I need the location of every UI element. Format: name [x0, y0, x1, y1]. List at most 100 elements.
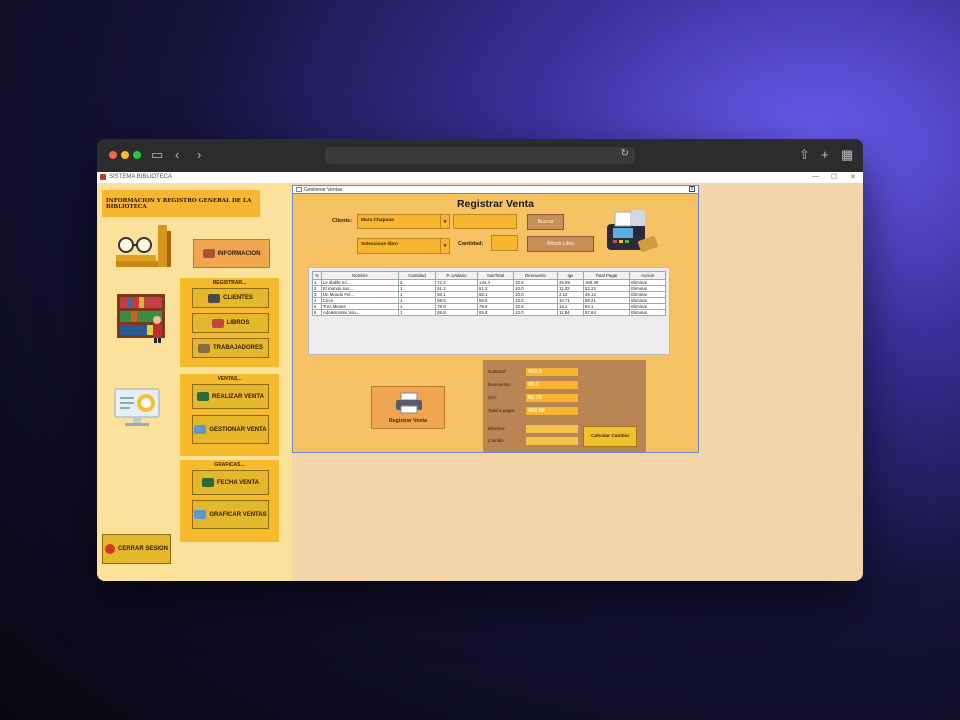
forward-icon[interactable]: › — [197, 147, 201, 163]
efectivo-field[interactable] — [526, 425, 578, 433]
column-header[interactable]: Nombre — [320, 271, 400, 280]
table-row[interactable]: 6 Adolescente Vou... 1 55.8 55.8 10.0 11… — [312, 309, 666, 316]
cambio-label: Cambio: — [488, 438, 506, 443]
sales-icon — [194, 425, 207, 434]
graficas-panel-title: GRAFICAS... — [214, 462, 245, 468]
books-icon — [211, 318, 224, 328]
total-value: 482.68 — [526, 407, 578, 415]
info-book-icon — [202, 249, 215, 258]
app-icon — [100, 174, 106, 180]
dialog-window-icon — [296, 187, 302, 192]
app-window: SISTEMA BIBLIOTECA — ☐ ✕ INFORMACION Y R… — [97, 172, 863, 581]
app-titlebar: SISTEMA BIBLIOTECA — ☐ ✕ — [97, 172, 863, 183]
sidebar-toggle-icon[interactable]: ▭ — [151, 147, 163, 163]
trabajadores-button[interactable]: TRABAJADORES — [192, 338, 269, 358]
reload-icon[interactable]: ↻ — [621, 148, 629, 159]
subtotal-label: Subtotal: — [488, 369, 507, 374]
informacion-label: INFORMACION — [217, 250, 261, 257]
efectivo-label: Efectivo: — [488, 426, 506, 431]
calendar-icon — [202, 478, 214, 487]
cliente-search-field[interactable] — [453, 214, 517, 229]
fecha-venta-label: FECHA VENTA — [217, 479, 259, 486]
graficar-ventas-label: GRAFICAR VENTAS — [209, 511, 267, 518]
column-header[interactable]: N — [312, 271, 322, 280]
table-cell: 11.84 — [556, 309, 584, 316]
printer-icon — [396, 392, 422, 414]
fecha-venta-button[interactable]: FECHA VENTA — [192, 470, 269, 495]
gestionar-venta-button[interactable]: GESTIONAR VENTA — [192, 415, 269, 444]
cantidad-label: Cantidad: — [458, 241, 484, 247]
table-cell: 1 — [398, 309, 437, 316]
descuento-label: Descuento: — [488, 382, 512, 387]
clientes-label: CLIENTES — [223, 295, 253, 301]
cantidad-field[interactable] — [491, 235, 518, 251]
column-header[interactable]: Accion — [629, 271, 666, 280]
money-icon — [197, 392, 210, 401]
trabajadores-label: TRABAJADORES — [212, 345, 263, 351]
app-maximize-icon[interactable]: ☐ — [831, 173, 837, 181]
registrar-panel: REGISTRAR... CLIENTES LIBROS TRABAJADORE… — [180, 278, 279, 367]
column-header[interactable]: Igv — [556, 271, 584, 280]
tab-overview-icon[interactable]: ▦ — [841, 147, 853, 163]
realizar-venta-label: REALIZAR VENTA — [212, 393, 264, 400]
table-header-row: N Nombre Cantidad P. Unitario SubTotal D… — [312, 271, 666, 280]
anadir-libro-button[interactable]: Añadir Libro — [527, 236, 594, 252]
cliente-label: Cliente: — [332, 218, 353, 224]
realizar-venta-button[interactable]: REALIZAR VENTA — [192, 384, 269, 409]
libros-button[interactable]: LIBROS — [192, 313, 269, 333]
cerrar-sesion-button[interactable]: CERRAR SESION — [102, 534, 171, 564]
calcular-cambio-button[interactable]: Calcular Cambio — [583, 426, 637, 447]
cliente-value: Mara Chapana — [361, 218, 394, 223]
eliminar-action[interactable]: Eliminar — [629, 309, 666, 316]
share-icon[interactable]: ⇧ — [799, 147, 810, 163]
cambio-field — [526, 437, 578, 445]
users-icon — [208, 293, 221, 303]
graficar-ventas-button[interactable]: GRAFICAR VENTAS — [192, 500, 269, 529]
subtotal-value: 459.9 — [526, 368, 578, 376]
table-cell: 6 — [312, 309, 322, 316]
total-label: Total a pagar: — [488, 408, 516, 413]
close-window-button[interactable] — [109, 151, 117, 159]
sales-table: N Nombre Cantidad P. Unitario SubTotal D… — [312, 271, 666, 316]
column-header[interactable]: Total Pagar — [582, 271, 631, 280]
address-bar[interactable]: ↻ — [325, 147, 635, 164]
worker-icon — [197, 343, 210, 353]
descuento-value: 60.0 — [526, 381, 578, 389]
libros-label: LIBROS — [226, 320, 250, 326]
table-cell: 57.64 — [582, 309, 631, 316]
column-header[interactable]: Descuento — [513, 271, 558, 280]
back-icon[interactable]: ‹ — [175, 147, 179, 163]
buscar-button[interactable]: Buscar — [527, 214, 564, 230]
browser-window: ▭ ‹ › ↻ ⇧ + ▦ SISTEMA BIBLIOTECA — ☐ ✕ I… — [97, 139, 863, 581]
column-header[interactable]: Cantidad — [398, 271, 437, 280]
chevron-down-icon: ▾ — [440, 239, 449, 253]
sidebar: INFORMACION Y REGISTRO GENERAL DE LA BIB… — [97, 183, 292, 581]
app-minimize-icon[interactable]: — — [812, 173, 819, 180]
column-header[interactable]: P. Unitario — [435, 271, 478, 280]
minimize-window-button[interactable] — [121, 151, 129, 159]
gestionar-ventas-dialog: Gestionar Ventas x Registrar Venta Clien… — [292, 185, 699, 453]
chart-icon — [194, 510, 207, 519]
browser-titlebar: ▭ ‹ › ↻ ⇧ + ▦ — [97, 139, 863, 172]
igv-label: IGV: — [488, 395, 498, 400]
igv-value: 82.78 — [526, 394, 578, 402]
libro-combo[interactable]: Seleccione libro ▾ — [357, 238, 450, 254]
cerrar-sesion-label: CERRAR SESION — [117, 546, 168, 552]
informacion-button[interactable]: INFORMACION — [193, 239, 270, 268]
gestionar-venta-label: GESTIONAR VENTA — [209, 426, 267, 433]
app-close-icon[interactable]: ✕ — [850, 173, 856, 181]
dialog-close-button[interactable]: x — [689, 186, 695, 192]
pos-terminal-illustration — [607, 210, 658, 253]
bookshelf-illustration — [117, 294, 165, 343]
table-cell: 55.8 — [435, 309, 478, 316]
sidebar-header: INFORMACION Y REGISTRO GENERAL DE LA BIB… — [102, 190, 260, 217]
new-tab-icon[interactable]: + — [821, 147, 829, 163]
app-title: SISTEMA BIBLIOTECA — [109, 174, 173, 180]
sales-table-container: N Nombre Cantidad P. Unitario SubTotal D… — [308, 267, 670, 355]
registrar-venta-button[interactable]: Registrar Venta — [371, 386, 445, 429]
column-header[interactable]: SubTotal — [476, 271, 515, 280]
ventas-panel-title: VENTAS... — [217, 376, 242, 382]
maximize-window-button[interactable] — [133, 151, 141, 159]
cliente-combo[interactable]: Mara Chapana ▾ — [357, 214, 450, 229]
clientes-button[interactable]: CLIENTES — [192, 288, 269, 308]
